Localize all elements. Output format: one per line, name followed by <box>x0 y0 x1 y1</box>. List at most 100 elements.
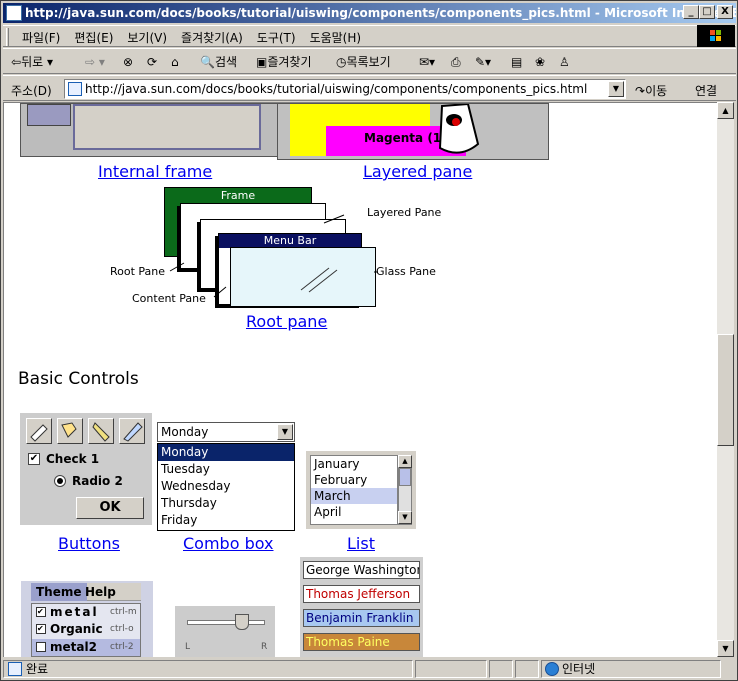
diagram-glass-pane-label: Glass Pane <box>376 265 436 278</box>
menu-item-metal2[interactable]: metal2 <box>50 640 97 654</box>
list-item[interactable]: April <box>311 504 397 520</box>
menu-demo-dropdown: ✔ metal ctrl-m ✔ Organic ctrl-o metal2 c… <box>31 603 141 657</box>
list-scroll-thumb[interactable] <box>399 468 411 486</box>
discuss-icon[interactable]: ▤ <box>511 53 522 71</box>
back-button[interactable]: ⇦뒤로 ▾ <box>11 53 53 71</box>
list-scrollbar[interactable]: ▲ ▼ <box>398 455 412 525</box>
print-icon[interactable]: ⎙ <box>451 53 461 71</box>
list-item[interactable]: February <box>311 472 397 488</box>
layered-pane-link[interactable]: Layered pane <box>363 162 472 181</box>
combo-option[interactable]: Friday <box>158 512 294 529</box>
combo-option[interactable]: Wednesday <box>158 478 294 495</box>
combo-option[interactable]: Monday <box>158 444 294 461</box>
frame-fragment <box>27 104 71 126</box>
check1-checkbox[interactable]: ✔ <box>28 453 40 465</box>
list-item[interactable]: March <box>311 488 397 504</box>
duke-mascot-icon <box>438 104 480 154</box>
address-url: http://java.sun.com/docs/books/tutorial/… <box>85 82 588 96</box>
address-input[interactable]: http://java.sun.com/docs/books/tutorial/… <box>64 79 626 99</box>
search-button[interactable]: 🔍검색 <box>200 53 237 71</box>
section-heading: Basic Controls <box>18 369 139 389</box>
diagram-frame-label: Frame <box>220 189 256 202</box>
status-bar: 완료 인터넷 <box>3 658 736 679</box>
home-icon[interactable]: ⌂ <box>171 53 179 71</box>
slider-thumb[interactable] <box>235 614 249 630</box>
menu-accel: ctrl-o <box>110 624 134 634</box>
page-content[interactable]: Internal frame Magenta (1) Layered pane … <box>3 102 717 657</box>
text-field[interactable]: Benjamin Franklin <box>303 609 420 627</box>
toolbar-btn-1-icon[interactable] <box>26 418 52 444</box>
scroll-down-icon[interactable]: ▼ <box>717 640 734 657</box>
combo-box[interactable]: Monday ▼ <box>157 422 295 442</box>
history-button[interactable]: ◷목록보기 <box>336 53 391 71</box>
month-list[interactable]: January February March April <box>310 455 398 525</box>
maximize-button[interactable]: □ <box>699 5 715 19</box>
combo-dropdown-arrow-icon[interactable]: ▼ <box>277 424 293 440</box>
menu-checkbox-empty-icon <box>36 642 46 652</box>
favorites-label: 즐겨찾기 <box>267 55 312 69</box>
menu-demo-help[interactable]: Help <box>85 583 116 601</box>
combo-option[interactable]: Tuesday <box>158 461 294 478</box>
list-demo-panel: January February March April ▲ ▼ <box>306 451 416 529</box>
layered-pane-picture: Magenta (1) <box>277 103 549 160</box>
mail-icon[interactable]: ✉▾ <box>419 53 435 71</box>
toolbar-btn-3-icon[interactable] <box>88 418 114 444</box>
text-field[interactable]: Thomas Jefferson <box>303 585 420 603</box>
menu-item-organic[interactable]: Organic <box>50 622 103 636</box>
page-status-icon <box>8 662 22 676</box>
status-text: 완료 <box>26 662 49 676</box>
go-button[interactable]: ↷이동 <box>635 82 667 99</box>
dropdown-arrow-icon[interactable]: ▾ <box>47 55 53 69</box>
menu-bar: 파일(F) 편집(E) 보기(V) 즐겨찾기(A) 도구(T) 도움말(H) <box>3 25 736 47</box>
favorites-button[interactable]: ▣즐겨찾기 <box>256 53 312 71</box>
history-label: 목록보기 <box>346 55 391 69</box>
edit-icon[interactable]: ✎▾ <box>475 53 491 71</box>
user-icon[interactable]: ♙ <box>559 53 570 71</box>
menu-file[interactable]: 파일(F) <box>15 26 67 49</box>
menu-item-metal[interactable]: metal <box>50 605 99 619</box>
internal-frame-link[interactable]: Internal frame <box>98 162 212 181</box>
ok-button[interactable]: OK <box>76 497 144 519</box>
toolbar-btn-4-icon[interactable] <box>119 418 145 444</box>
toolbar-btn-2-icon[interactable] <box>57 418 83 444</box>
scroll-up-icon[interactable]: ▲ <box>717 102 734 119</box>
search-label: 검색 <box>214 55 238 69</box>
stop-icon[interactable]: ⊗ <box>123 53 133 71</box>
menu-edit[interactable]: 편집(E) <box>67 26 120 49</box>
windows-logo-icon <box>697 25 735 47</box>
menu-demo-theme[interactable]: Theme <box>31 583 87 601</box>
slider-left-label: L <box>185 642 191 652</box>
text-field[interactable]: Thomas Paine <box>303 633 420 651</box>
diagram-root-pane-label: Root Pane <box>110 265 166 278</box>
menu-favorites[interactable]: 즐겨찾기(A) <box>174 26 250 49</box>
menu-help[interactable]: 도움말(H) <box>303 26 369 49</box>
root-pane-link[interactable]: Root pane <box>246 312 327 331</box>
text-fields-panel: George Washington Thomas Jefferson Benja… <box>300 557 423 657</box>
list-item[interactable]: January <box>311 456 397 472</box>
close-button[interactable]: X <box>717 5 733 19</box>
status-zone-pane: 인터넷 <box>541 660 721 678</box>
links-button[interactable]: 연결 <box>695 82 717 99</box>
diagram-layered-pane-label: Layered Pane <box>367 206 442 219</box>
text-field[interactable]: George Washington <box>303 561 420 579</box>
check1-label: Check 1 <box>46 452 100 466</box>
page-scrollbar[interactable]: ▲ ▼ <box>717 102 734 657</box>
minimize-button[interactable]: _ <box>683 5 699 19</box>
list-scroll-down-icon[interactable]: ▼ <box>398 511 412 524</box>
list-link[interactable]: List <box>347 534 375 553</box>
radio2-radio[interactable] <box>54 475 66 487</box>
buttons-link[interactable]: Buttons <box>58 534 120 553</box>
list-scroll-up-icon[interactable]: ▲ <box>398 455 412 468</box>
menu-view[interactable]: 보기(V) <box>120 26 174 49</box>
title-bar[interactable]: http://java.sun.com/docs/books/tutorial/… <box>3 3 736 23</box>
refresh-icon[interactable]: ⟳ <box>147 53 157 71</box>
address-bar: 주소(D) http://java.sun.com/docs/books/tut… <box>3 75 736 101</box>
scroll-thumb[interactable] <box>717 334 734 446</box>
messenger-icon[interactable]: ❀ <box>535 53 545 71</box>
ie-page-icon <box>6 5 22 21</box>
combo-box-link[interactable]: Combo box <box>183 534 274 553</box>
address-dropdown[interactable]: ▼ <box>608 81 624 97</box>
combo-option[interactable]: Thursday <box>158 495 294 512</box>
menu-tools[interactable]: 도구(T) <box>250 26 303 49</box>
forward-button[interactable]: ⇨ ▾ <box>85 53 105 71</box>
